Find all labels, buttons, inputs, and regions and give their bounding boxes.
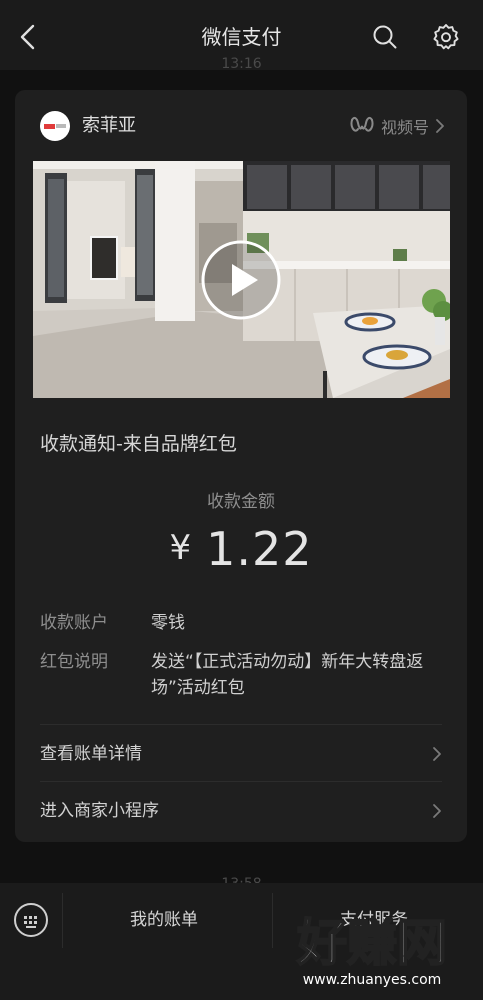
link-label: 查看账单详情	[40, 744, 142, 764]
payment-notice-card: 索菲亚 视频号 收款通知-来自品牌红包 收款金额 ¥ 1.22 收款账户 零钱 …	[15, 90, 467, 842]
brand-logo[interactable]	[40, 111, 70, 141]
divider	[40, 781, 442, 782]
amount-value: ¥1.22	[15, 522, 467, 576]
brand-header: 索菲亚 视频号	[40, 108, 445, 144]
amount-label: 收款金额	[207, 492, 275, 512]
gear-icon[interactable]	[432, 23, 460, 51]
divider	[40, 724, 442, 725]
detail-row-account: 收款账户 零钱	[40, 610, 450, 636]
channels-link[interactable]: 视频号	[349, 112, 445, 140]
link-label: 进入商家小程序	[40, 801, 159, 821]
channels-icon	[350, 116, 374, 132]
chevron-right-icon	[433, 747, 441, 761]
search-icon[interactable]	[372, 24, 398, 50]
watermark-url: www.zhuanyes.com	[303, 972, 442, 988]
view-bill-details-link[interactable]: 查看账单详情	[40, 727, 442, 781]
watermark-text: 好赚网	[296, 914, 447, 972]
chevron-right-icon	[433, 804, 441, 818]
currency-symbol: ¥	[169, 528, 193, 568]
brand-name[interactable]: 索菲亚	[82, 113, 136, 139]
page-title: 微信支付	[201, 25, 282, 49]
detail-value: 零钱	[151, 613, 185, 633]
channels-label: 视频号	[380, 118, 429, 137]
detail-value: 发送“【正式活动勿动】新年大转盘返场”活动红包	[151, 652, 424, 698]
notice-title: 收款通知-来自品牌红包	[40, 433, 237, 455]
amount-number: 1.22	[206, 522, 313, 576]
play-icon[interactable]	[200, 239, 282, 321]
chat-timestamp: 13:16	[221, 56, 262, 72]
video-thumbnail[interactable]	[33, 161, 450, 398]
tab-separator	[62, 893, 63, 948]
chevron-right-icon	[436, 119, 444, 133]
detail-key: 红包说明	[40, 652, 108, 672]
tab-my-bills[interactable]: 我的账单	[130, 908, 198, 932]
back-arrow-icon[interactable]	[14, 22, 44, 52]
detail-row-description: 红包说明 发送“【正式活动勿动】新年大转盘返场”活动红包	[40, 649, 450, 701]
detail-key: 收款账户	[40, 613, 108, 633]
merchant-mini-program-link[interactable]: 进入商家小程序	[40, 784, 442, 838]
site-watermark: 好赚网 www.zhuanyes.com	[295, 913, 448, 988]
keyboard-icon[interactable]	[14, 903, 48, 937]
